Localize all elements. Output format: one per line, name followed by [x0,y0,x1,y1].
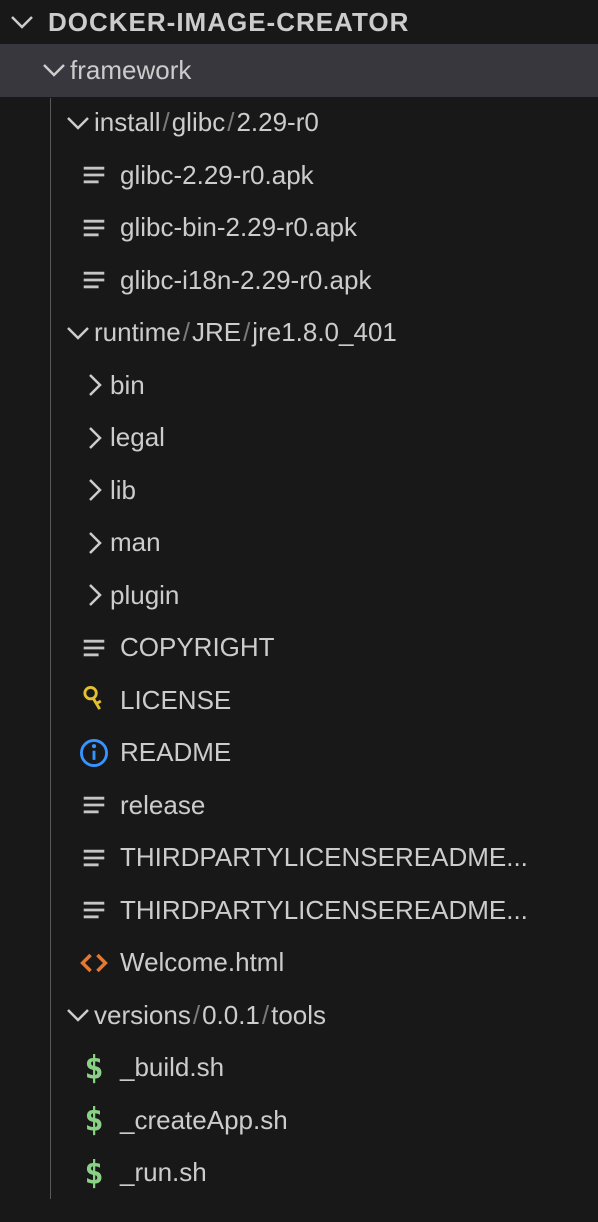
file-label: glibc-i18n-2.29-r0.apk [120,265,371,296]
chevron-right-icon [78,422,110,454]
path-separator: / [193,1000,200,1031]
folder-legal[interactable]: legal [0,412,598,465]
path-segment: glibc [172,107,225,138]
root-label: DOCKER-IMAGE-CREATOR [48,7,409,38]
path-segment: versions [94,1000,191,1031]
file-item[interactable]: LICENSE [0,674,598,727]
shell-icon [78,1104,110,1136]
folder-label: legal [110,422,165,453]
file-label: COPYRIGHT [120,632,275,663]
path-segment: JRE [192,317,241,348]
text-file-icon [78,894,110,926]
text-file-icon [78,632,110,664]
chevron-right-icon [78,474,110,506]
file-label: _build.sh [120,1052,224,1083]
file-label: _createApp.sh [120,1105,288,1136]
key-icon [78,684,110,716]
chevron-down-icon [38,54,70,86]
code-icon [78,947,110,979]
text-file-icon [78,159,110,191]
folder-plugin[interactable]: plugin [0,569,598,622]
text-file-icon [78,212,110,244]
chevron-right-icon [78,527,110,559]
file-item[interactable]: Welcome.html [0,937,598,990]
path-separator: / [162,107,169,138]
chevron-down-icon [62,999,94,1031]
file-item[interactable]: THIRDPARTYLICENSEREADME... [0,884,598,937]
folder-label: framework [70,55,191,86]
folder-label: plugin [110,580,179,611]
path-segment: tools [271,1000,326,1031]
path-separator: / [183,317,190,348]
file-label: Welcome.html [120,947,284,978]
folder-label: lib [110,475,136,506]
path-segment: install [94,107,160,138]
text-file-icon [78,264,110,296]
path-segment: jre1.8.0_401 [252,317,397,348]
file-label: glibc-2.29-r0.apk [120,160,314,191]
path-separator: / [262,1000,269,1031]
shell-icon [78,1157,110,1189]
shell-icon [78,1052,110,1084]
folder-label: bin [110,370,145,401]
file-item[interactable]: THIRDPARTYLICENSEREADME... [0,832,598,885]
file-item[interactable]: glibc-2.29-r0.apk [0,149,598,202]
tree-root[interactable]: DOCKER-IMAGE-CREATOR [0,0,598,44]
chevron-right-icon [78,579,110,611]
path-segment: 2.29-r0 [236,107,318,138]
folder-man[interactable]: man [0,517,598,570]
folder-runtime[interactable]: runtime/JRE/jre1.8.0_401 [0,307,598,360]
folder-lib[interactable]: lib [0,464,598,517]
indent-guide [50,98,51,1199]
file-label: release [120,790,205,821]
folder-install[interactable]: install/glibc/2.29-r0 [0,97,598,150]
text-file-icon [78,842,110,874]
text-file-icon [78,789,110,821]
file-item[interactable]: _build.sh [0,1042,598,1095]
file-item[interactable]: COPYRIGHT [0,622,598,675]
file-item[interactable]: README [0,727,598,780]
file-item[interactable]: glibc-bin-2.29-r0.apk [0,202,598,255]
file-item[interactable]: glibc-i18n-2.29-r0.apk [0,254,598,307]
folder-label: man [110,527,161,558]
folder-versions[interactable]: versions/0.0.1/tools [0,989,598,1042]
file-item[interactable]: release [0,779,598,832]
file-item[interactable]: _run.sh [0,1147,598,1200]
path-separator: / [243,317,250,348]
path-segment: runtime [94,317,181,348]
file-label: THIRDPARTYLICENSEREADME... [120,895,528,926]
path-segment: 0.0.1 [202,1000,260,1031]
info-icon [78,737,110,769]
file-label: _run.sh [120,1157,207,1188]
folder-framework[interactable]: framework [0,44,598,97]
folder-bin[interactable]: bin [0,359,598,412]
chevron-down-icon [62,107,94,139]
file-label: glibc-bin-2.29-r0.apk [120,212,357,243]
file-label: LICENSE [120,685,231,716]
file-item[interactable]: _createApp.sh [0,1094,598,1147]
path-separator: / [227,107,234,138]
chevron-down-icon [62,317,94,349]
chevron-right-icon [78,369,110,401]
file-label: THIRDPARTYLICENSEREADME... [120,842,528,873]
file-label: README [120,737,231,768]
chevron-down-icon [6,6,38,38]
